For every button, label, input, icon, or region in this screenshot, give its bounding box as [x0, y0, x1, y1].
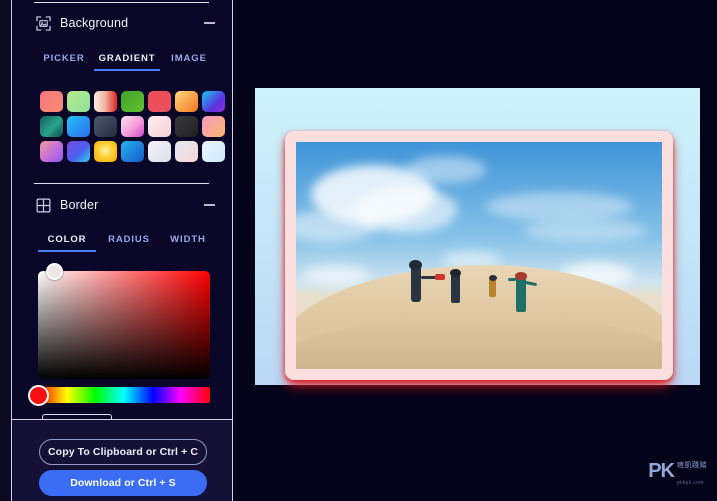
tab-picker[interactable]: PICKER [36, 50, 92, 71]
section-header-border[interactable]: Border [36, 195, 216, 215]
sidebar-scroll-area[interactable]: Background PICKER GRADIENT IMAGE Border … [12, 0, 232, 419]
download-button[interactable]: Download or Ctrl + S [39, 470, 207, 496]
settings-sidebar: Background PICKER GRADIENT IMAGE Border … [11, 0, 233, 501]
gradient-swatch-pale-silver[interactable] [148, 141, 171, 162]
app-root: Background PICKER GRADIENT IMAGE Border … [0, 0, 717, 501]
gradient-swatch-ice-blue[interactable] [202, 141, 225, 162]
gradient-swatch-pink-magenta[interactable] [121, 116, 144, 137]
gradient-swatch-peach-cloud[interactable] [175, 141, 198, 162]
preview-stage[interactable] [255, 88, 700, 385]
saturation-value-area[interactable] [38, 271, 210, 379]
image-placeholder-icon [36, 15, 51, 31]
background-tabs: PICKER GRADIENT IMAGE [36, 50, 216, 71]
gradient-swatch-azure-blue[interactable] [121, 141, 144, 162]
section-title-background: Background [60, 16, 129, 30]
gradient-swatch-charcoal[interactable] [175, 116, 198, 137]
gradient-swatch-slate-navy[interactable] [94, 116, 117, 137]
gradient-swatch-cyan-blue[interactable] [67, 116, 90, 137]
gradient-swatch-coral-red[interactable] [148, 91, 171, 112]
watermark-logo: PK [648, 460, 675, 483]
tab-image[interactable]: IMAGE [162, 50, 216, 71]
image-frame[interactable] [285, 131, 673, 380]
divider-middle [34, 183, 209, 184]
canvas-area: PK 痞凱踐踏 pkkpk.com [234, 0, 717, 501]
preview-photo [296, 142, 662, 369]
gradient-swatch-sun-yellow[interactable] [94, 141, 117, 162]
hue-slider-handle[interactable] [28, 385, 49, 406]
watermark-cn-text: 痞凱踐踏 [677, 461, 707, 469]
gradient-swatch-salmon-pink[interactable] [40, 91, 63, 112]
copy-to-clipboard-button[interactable]: Copy To Clipboard or Ctrl + C [39, 439, 207, 465]
action-bar: Copy To Clipboard or Ctrl + C Download o… [12, 419, 232, 501]
tab-width[interactable]: WIDTH [160, 231, 216, 252]
gradient-swatch-indigo-cyan[interactable] [67, 141, 90, 162]
section-header-background[interactable]: Background [36, 13, 216, 33]
gradient-swatch-orchid-coral[interactable] [40, 141, 63, 162]
tab-color[interactable]: COLOR [36, 231, 98, 252]
border-tabs: COLOR RADIUS WIDTH [36, 231, 216, 252]
divider-top [34, 2, 209, 3]
gradient-swatch-pink-amber[interactable] [202, 116, 225, 137]
left-rail [0, 0, 11, 501]
gradient-swatch-grid [40, 91, 227, 162]
tab-gradient[interactable]: GRADIENT [92, 50, 162, 71]
gradient-swatch-lime-mint[interactable] [67, 91, 90, 112]
hue-slider[interactable] [38, 387, 210, 403]
gradient-swatch-blush-white[interactable] [148, 116, 171, 137]
gradient-swatch-cream-red[interactable] [94, 91, 117, 112]
gradient-swatch-gold-orange[interactable] [175, 91, 198, 112]
minus-icon[interactable] [204, 22, 215, 24]
saturation-value-handle[interactable] [46, 263, 63, 280]
grid-icon [36, 198, 51, 213]
section-title-border: Border [60, 198, 99, 212]
gradient-swatch-green-grass[interactable] [121, 91, 144, 112]
gradient-swatch-blue-violet[interactable] [202, 91, 225, 112]
gradient-swatch-teal-deep[interactable] [40, 116, 63, 137]
tab-radius[interactable]: RADIUS [98, 231, 160, 252]
minus-icon-border[interactable] [204, 204, 215, 206]
watermark-url: pkkpk.com [677, 480, 704, 487]
watermark-text-block: 痞凱踐踏 pkkpk.com [677, 454, 707, 489]
watermark: PK 痞凱踐踏 pkkpk.com [648, 454, 707, 489]
